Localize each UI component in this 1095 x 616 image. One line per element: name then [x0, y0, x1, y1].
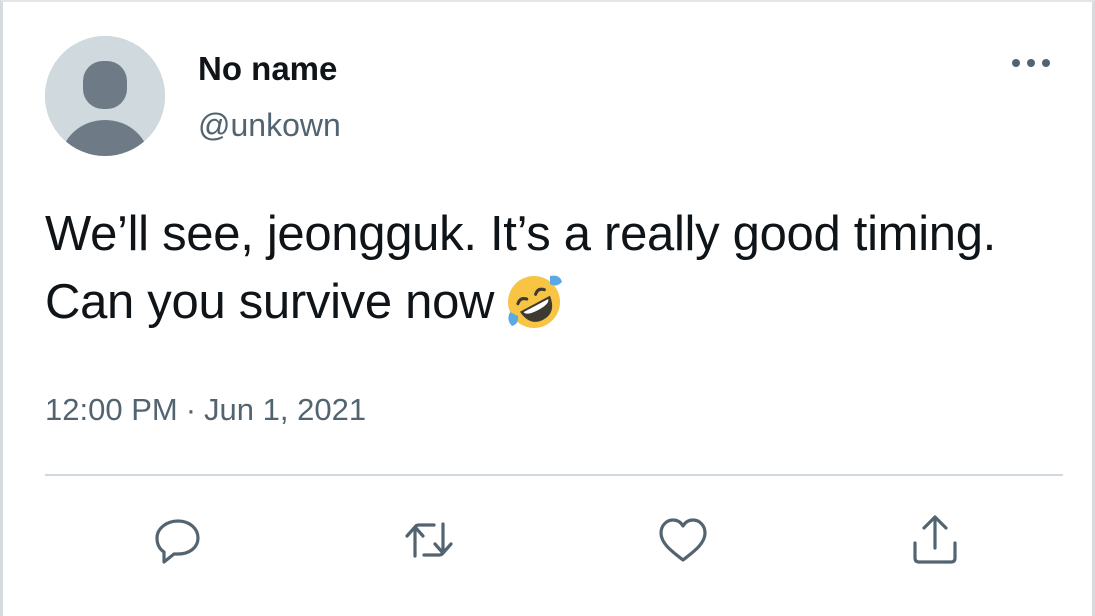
share-button[interactable] — [907, 512, 963, 568]
display-name[interactable]: No name — [198, 50, 337, 88]
tweet-text-block: We’ll see, jeongguk. It’s a really good … — [45, 200, 1055, 336]
retweet-icon — [405, 522, 453, 558]
reply-icon — [155, 519, 200, 564]
action-bar — [3, 512, 1092, 568]
tweet-card: No name @unkown We’ll see, jeongguk. It’… — [0, 0, 1095, 616]
default-profile-icon — [45, 36, 165, 156]
avatar[interactable] — [45, 36, 165, 156]
tweet-date: Jun 1, 2021 — [204, 392, 367, 427]
share-icon — [913, 515, 957, 564]
user-handle[interactable]: @unkown — [198, 106, 341, 144]
tweet-timestamp[interactable]: 12:00 PM · Jun 1, 2021 — [45, 390, 366, 430]
rolling-laughing-emoji-icon — [504, 272, 564, 332]
like-button[interactable] — [655, 512, 711, 568]
more-dots-icon — [1012, 59, 1050, 67]
retweet-button[interactable] — [401, 512, 457, 568]
tweet-time: 12:00 PM — [45, 392, 178, 427]
reply-button[interactable] — [150, 512, 206, 568]
meta-separator: · — [185, 392, 197, 427]
heart-icon — [659, 518, 707, 562]
more-options-button[interactable] — [1008, 48, 1054, 78]
divider — [45, 474, 1063, 476]
